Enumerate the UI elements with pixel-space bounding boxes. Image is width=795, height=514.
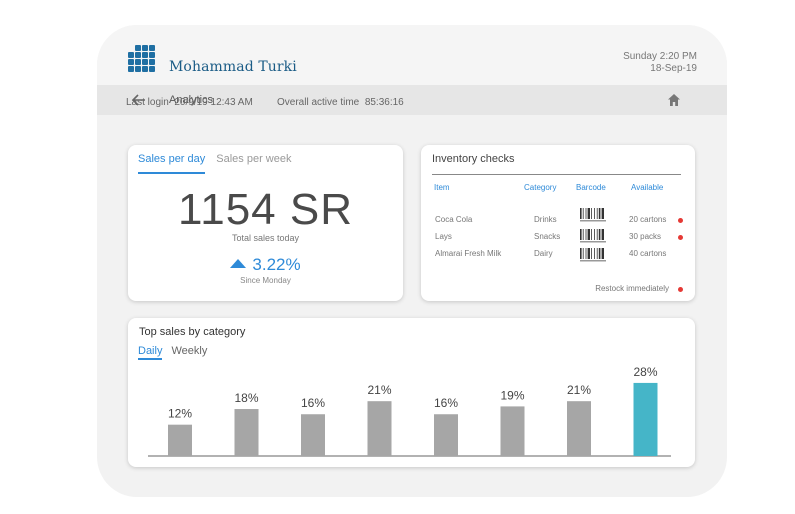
chart-bar[interactable] [367,401,392,456]
chart-bar[interactable] [633,382,658,456]
restock-label: Restock immediately [595,284,669,293]
chart-bar[interactable] [168,424,192,456]
chart-bar[interactable] [234,409,259,456]
column-header-barcode: Barcode [576,183,606,192]
inventory-category: Snacks [534,232,561,241]
growth-value: 3.22% [252,255,301,274]
total-sales-caption: Total sales today [231,233,300,243]
inventory-item: Almarai Fresh Milk [435,249,502,258]
last-login: Last login 20/9/19 12:43 AM [126,97,253,108]
growth-indicator: 3.22% [128,255,403,275]
last-login-value: 20/9/19 12:43 AM [174,97,253,108]
date-line-1: Sunday 2:20 PM [623,51,697,62]
active-time: Overall active time 85:36:16 [277,97,404,108]
app-header: Mohammad Turki Sunday 2:20 PM 18-Sep-19 [97,25,727,85]
bar-value-label: 21% [367,383,391,397]
active-time-label: Overall active time [277,97,360,108]
column-header-item: Item [434,183,450,192]
sales-tabs: Sales per day Sales per week [138,153,291,174]
inventory-category: Dairy [534,249,553,258]
last-login-label: Last login [126,97,169,108]
bar-value-label: 28% [633,365,657,379]
growth-caption: Since Monday [240,276,291,285]
alert-dot [678,287,683,292]
chart-bar[interactable] [434,414,458,456]
arrow-up-icon [230,259,247,268]
top-sales-card: Top sales by category Daily Weekly 12% 18… [128,318,695,467]
column-header-available: Available [631,183,664,192]
date-time: Sunday 2:20 PM 18-Sep-19 [623,51,697,75]
barcode-icon [580,208,606,222]
inventory-card: Inventory checks Item Category Barcode A… [421,145,695,301]
inventory-available: 40 cartons [629,249,667,258]
bar-value-label: 16% [301,396,325,410]
tab-sales-per-day[interactable]: Sales per day [138,153,206,174]
bar-value-label: 12% [168,407,192,421]
sales-card: Sales per day Sales per week 1154 SR Tot… [128,145,403,301]
inventory-available: 20 cartons [629,215,667,224]
tab-sales-per-week[interactable]: Sales per week [216,153,291,174]
bar-value-label: 16% [434,396,458,410]
barcode-icon [580,248,606,262]
divider [432,174,681,175]
column-header-category: Category [524,183,557,192]
brand-logo-icon [127,45,155,73]
inventory-available: 30 packs [629,232,662,241]
inventory-item: Coca Cola [435,215,473,224]
bar-chart: 12% 18% 16% 21% 16% 19% 21% 28% [148,365,671,457]
home-icon[interactable] [667,93,681,107]
alert-dot [678,218,683,223]
chart-bar[interactable] [567,401,591,456]
alert-dot [678,235,683,240]
active-time-value: 85:36:16 [364,97,404,108]
date-line-2: 18-Sep-19 [650,63,697,74]
inventory-category: Drinks [534,215,557,224]
bar-value-label: 18% [234,391,258,405]
chart-bar[interactable] [500,406,525,456]
barcode-icon [580,229,606,243]
inventory-item: Lays [435,232,452,241]
bar-value-label: 19% [500,388,524,402]
chart-bar[interactable] [301,414,325,456]
inventory-title: Inventory checks [432,153,515,165]
total-sales-value: 1154 SR [178,185,353,234]
user-name: Mohammad Turki [169,59,297,75]
bar-value-label: 21% [567,383,591,397]
